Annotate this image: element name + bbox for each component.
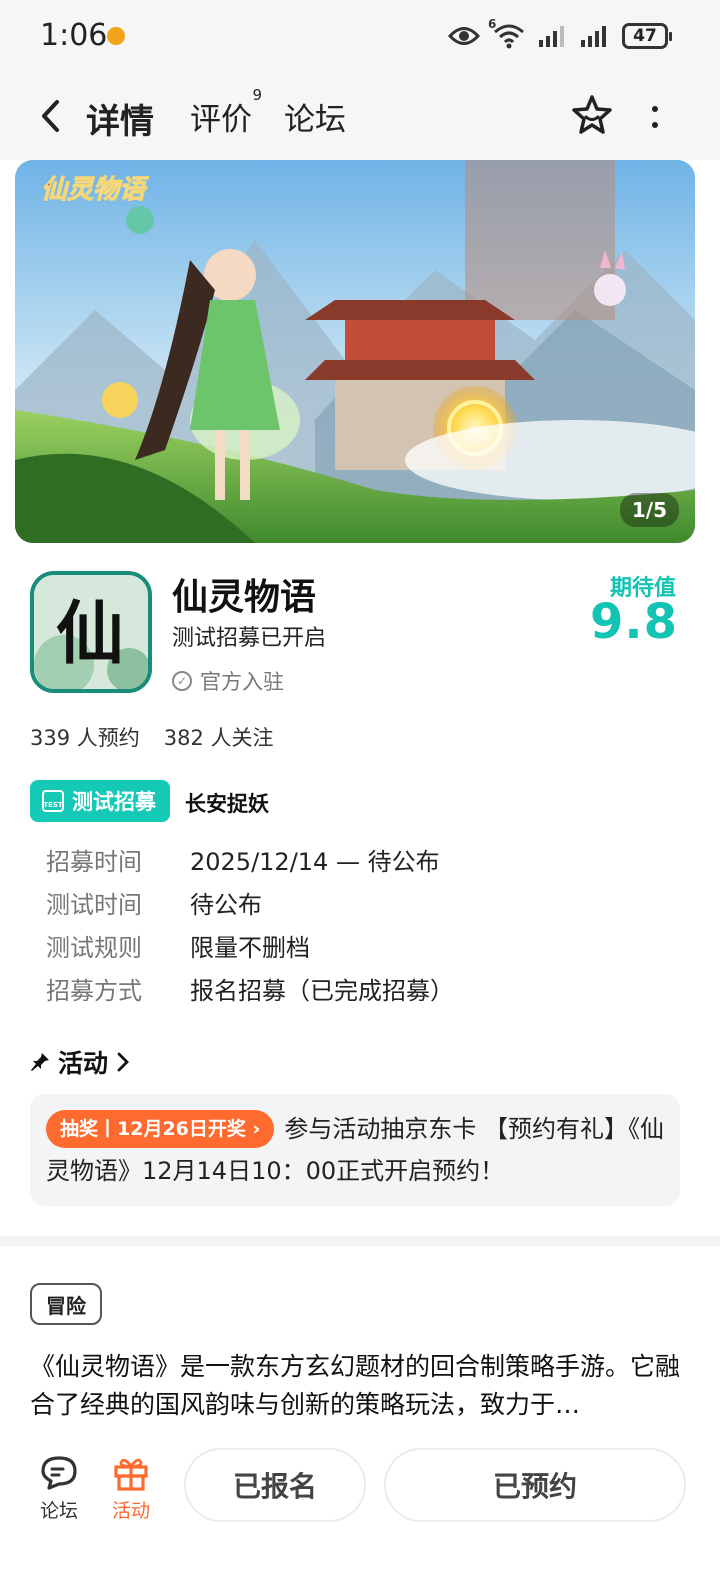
info-label: 测试时间	[46, 891, 142, 919]
favorite-button[interactable]	[571, 94, 613, 136]
nav-forum[interactable]: 论坛	[29, 1454, 89, 1523]
section-divider	[0, 1236, 720, 1246]
gift-icon	[114, 1458, 148, 1491]
game-icon-char: 仙	[56, 594, 124, 674]
info-label: 招募时间	[46, 848, 142, 876]
info-row: 测试规则 限量不删档	[46, 924, 454, 967]
signal-icon	[539, 26, 564, 47]
back-icon	[42, 100, 59, 132]
activity-heading[interactable]: 活动	[30, 1044, 130, 1080]
tab-reviews-label: 评价	[190, 102, 252, 138]
official-badge[interactable]: ✓ 官方入驻	[172, 666, 284, 696]
screenshot-carousel[interactable]: 仙灵物语 1/5	[15, 160, 695, 543]
info-label: 测试规则	[46, 934, 142, 962]
info-row: 招募时间 2025/12/14 — 待公布	[46, 838, 454, 881]
activity-heading-label: 活动	[58, 1049, 109, 1078]
game-subtitle: 测试招募已开启	[172, 626, 327, 651]
status-bar: 1:06 6 47	[0, 0, 720, 72]
recruit-info-table: 招募时间 2025/12/14 — 待公布 测试时间 待公布 测试规则 限量不删…	[46, 838, 454, 1010]
official-label: 官方入驻	[200, 670, 284, 694]
tab-forum-label: 论坛	[284, 102, 346, 138]
test-recruit-badge: TEST 测试招募	[30, 780, 170, 822]
more-icon	[652, 106, 658, 112]
nav-activity-label: 活动	[111, 1500, 150, 1522]
favorite-star-icon	[572, 95, 612, 134]
back-button[interactable]	[30, 94, 70, 138]
info-value: 报名招募（已完成招募）	[190, 977, 454, 1005]
info-value: 待公布	[190, 891, 262, 919]
tab-details[interactable]: 详情	[83, 94, 157, 143]
genre-tag[interactable]: 冒险	[30, 1283, 102, 1325]
bottom-action-bar: 论坛 活动 已报名 已预约	[0, 1430, 720, 1592]
network-type-label: 6	[488, 17, 497, 31]
pin-icon	[31, 1053, 49, 1071]
game-title: 仙灵物语	[172, 577, 317, 618]
more-button[interactable]	[640, 97, 670, 137]
forum-icon	[41, 1456, 77, 1490]
info-row: 测试时间 待公布	[46, 881, 454, 924]
activity-card[interactable]: 抽奖丨12月26日开奖 › 参与活动抽京东卡 【预约有礼】《仙灵物语》12月14日…	[30, 1094, 680, 1206]
expectation-score: 9.8	[589, 594, 678, 650]
signal-icon	[581, 26, 606, 47]
check-circle-icon: ✓	[172, 671, 192, 691]
game-stats: 339 人预约 382 人关注	[30, 722, 274, 752]
game-description[interactable]: 《仙灵物语》是一款东方玄幻题材的回合制策略手游。它融合了经典的国风韵味与创新的策…	[30, 1348, 690, 1424]
nav-forum-label: 论坛	[39, 1500, 78, 1522]
lottery-tag-label: 抽奖丨12月26日开奖	[60, 1118, 246, 1140]
info-label: 招募方式	[46, 977, 142, 1005]
test-icon: TEST	[42, 790, 64, 812]
carousel-counter: 1/5	[619, 493, 679, 527]
info-value: 2025/12/14 — 待公布	[190, 848, 440, 876]
chevron-right-icon: ›	[252, 1118, 261, 1140]
tab-details-label: 详情	[86, 102, 154, 142]
top-nav: 详情 评价 9 论坛	[0, 72, 720, 160]
tab-reviews[interactable]: 评价 9	[190, 86, 262, 139]
game-icon: 仙	[30, 571, 152, 693]
review-count-badge: 9	[252, 86, 262, 104]
nav-activity[interactable]: 活动	[101, 1454, 161, 1523]
registered-button[interactable]: 已报名	[184, 1448, 366, 1522]
banner-artwork: 仙灵物语	[15, 160, 695, 543]
tab-forum[interactable]: 论坛	[284, 94, 346, 139]
follower-count: 382 人关注	[163, 726, 274, 750]
test-recruit-label: 测试招募	[72, 790, 156, 814]
battery-indicator: 47	[622, 23, 672, 49]
recruit-event-name: 长安捉妖	[185, 792, 269, 816]
reservation-count: 339 人预约	[30, 726, 140, 750]
chevron-right-icon	[117, 1052, 129, 1072]
status-time: 1:06	[40, 18, 108, 53]
lottery-tag: 抽奖丨12月26日开奖 ›	[46, 1110, 275, 1148]
eye-icon	[448, 27, 480, 45]
wifi-icon: 6	[488, 17, 526, 49]
status-icons: 6 47	[448, 17, 672, 52]
reserved-button[interactable]: 已预约	[384, 1448, 686, 1522]
info-row: 招募方式 报名招募（已完成招募）	[46, 967, 454, 1010]
notification-dot	[107, 27, 125, 45]
banner-logo: 仙灵物语	[41, 175, 149, 204]
info-value: 限量不删档	[190, 934, 310, 962]
